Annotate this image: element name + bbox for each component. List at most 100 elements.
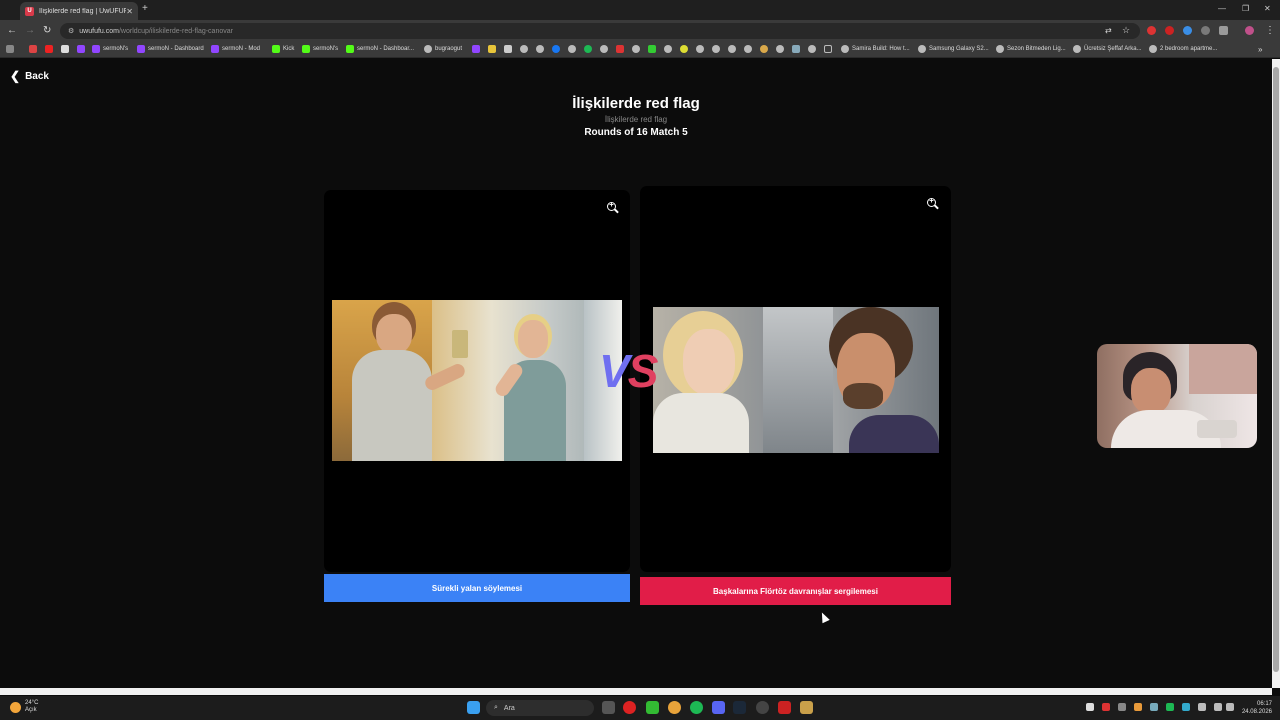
bookmark-icon[interactable] [776,45,787,53]
apps-grid-icon[interactable] [6,45,17,53]
more-bookmarks-icon[interactable]: » [1258,45,1262,54]
bookmark-item[interactable]: sermoN's [302,45,338,53]
bookmark-icon[interactable] [792,45,803,53]
bookmark-icon[interactable] [616,45,627,53]
scrollbar-thumb[interactable] [1273,67,1279,672]
extension-icon[interactable] [1165,26,1174,35]
zoom-in-icon[interactable]: + [927,196,939,210]
bookmark-item[interactable]: Samsung Galaxy S2... [918,45,989,53]
minimize-icon[interactable]: — [1218,4,1226,13]
url-input[interactable]: ⚙ uwufufu.com/worldcup/iliskilerde-red-f… [60,23,1140,39]
twitch-icon[interactable] [77,45,88,53]
vertical-scrollbar[interactable] [1272,59,1280,688]
browser-tab[interactable]: U İlişkilerde red flag | UwUFUFU ✕ [20,2,138,20]
bookmark-icon[interactable] [760,45,771,53]
youtube-icon[interactable] [45,45,56,53]
windows-start-icon[interactable] [467,701,480,714]
bookmark-item[interactable]: sermoN - Dashboar... [346,45,414,53]
chrome-icon[interactable] [668,701,681,714]
bookmark-icon[interactable] [504,45,515,53]
bookmark-item[interactable]: Kick [272,45,294,53]
bookmark-icon[interactable] [744,45,755,53]
bookmark-item[interactable]: Ücretsiz Şeffaf Arka... [1073,45,1142,53]
weather-widget[interactable]: 24°C Açık [10,700,38,714]
close-tab-icon[interactable]: ✕ [126,7,133,16]
bookmark-item[interactable]: sermoN - Dashboard [137,45,204,53]
bookmark-icon[interactable] [696,45,707,53]
bookmark-icon[interactable] [664,45,675,53]
tray-icon[interactable] [1102,703,1110,711]
task-view-icon[interactable] [602,701,615,714]
left-choice-card[interactable]: + [324,190,630,572]
bookmark-label: sermoN - Dashboar... [357,46,415,52]
bookmark-item[interactable]: sermoN's [92,45,128,53]
steam-icon[interactable] [733,701,746,714]
tray-icon[interactable] [1198,703,1206,711]
bookmark-icon[interactable] [808,45,819,53]
reload-icon[interactable]: ↻ [43,25,51,36]
obs-icon[interactable] [756,701,769,714]
bookmark-star-icon[interactable]: ☆ [1122,25,1130,36]
browser-menu-icon[interactable]: ⋮ [1265,25,1275,36]
extension-icon[interactable] [1201,26,1210,35]
bookmark-item[interactable]: sermoN - Mod [211,45,260,53]
bookmark-label: sermoN's [103,46,129,52]
tray-icon[interactable] [1118,703,1126,711]
bookmark-icon[interactable] [520,45,531,53]
spotify-icon[interactable] [690,701,703,714]
volume-icon[interactable] [1226,703,1234,711]
bookmark-icon[interactable] [632,45,643,53]
bookmark-item[interactable]: Samira Build: How t... [841,45,910,53]
tray-icon[interactable] [1150,703,1158,711]
profile-avatar[interactable] [1245,26,1254,35]
bookmark-icon[interactable] [488,45,499,53]
left-choice-button[interactable]: Sürekli yalan söylemesi [324,574,630,602]
system-clock[interactable]: 06:17 24.08.2026 [1236,700,1272,716]
bookmark-icon[interactable] [568,45,579,53]
bookmark-folder-icon[interactable] [824,45,835,53]
bookmark-item[interactable]: 2 bedroom apartme... [1149,45,1217,53]
bookmark-icon[interactable] [728,45,739,53]
extension-icon[interactable] [1147,26,1156,35]
spotify-icon[interactable] [584,45,595,53]
restore-icon[interactable]: ❐ [1242,4,1249,13]
download-icon[interactable] [648,45,659,53]
right-choice-card[interactable]: + [640,186,951,572]
tray-icon[interactable] [1086,703,1094,711]
translate-icon[interactable]: ⇄ [1105,26,1112,35]
bookmark-item[interactable]: bugraogut [424,45,462,53]
app-icon[interactable] [778,701,791,714]
extension-icon[interactable] [1183,26,1192,35]
right-choice-button[interactable]: Başkalarına Flörtöz davranışlar sergilem… [640,577,951,605]
x-icon[interactable] [61,45,72,53]
right-choice-image [653,307,939,453]
page-title: İlişkilerde red flag [572,95,700,112]
zoom-in-icon[interactable]: + [607,200,619,214]
tray-icon[interactable] [1166,703,1174,711]
forward-arrow-icon[interactable]: → [25,25,35,36]
tray-icon[interactable] [1134,703,1142,711]
bookmark-icon[interactable] [680,45,691,53]
bookmark-icon[interactable] [712,45,723,53]
bookmark-item[interactable]: Sezon Bitmeden Lig... [996,45,1066,53]
back-button[interactable]: ❮ Back [10,69,49,83]
app-icon[interactable] [646,701,659,714]
discord-icon[interactable] [712,701,725,714]
back-arrow-icon[interactable]: ← [7,25,17,36]
bookmark-icon[interactable] [600,45,611,53]
league-icon[interactable] [800,701,813,714]
site-info-icon[interactable]: ⚙ [68,27,74,35]
close-window-icon[interactable]: ✕ [1264,4,1271,13]
bookmark-label: Samsung Galaxy S2... [929,46,989,52]
gmail-icon[interactable] [29,45,40,53]
bookmark-icon[interactable] [472,45,483,53]
bookmark-icon[interactable] [536,45,547,53]
horizontal-scrollbar[interactable] [0,688,1272,695]
taskbar-search-input[interactable]: ⌕ Ara [486,700,594,716]
tray-icon[interactable] [1182,703,1190,711]
extensions-puzzle-icon[interactable] [1219,26,1228,35]
network-icon[interactable] [1214,703,1222,711]
new-tab-icon[interactable]: + [142,3,148,14]
facebook-icon[interactable] [552,45,563,53]
opera-icon[interactable] [623,701,636,714]
